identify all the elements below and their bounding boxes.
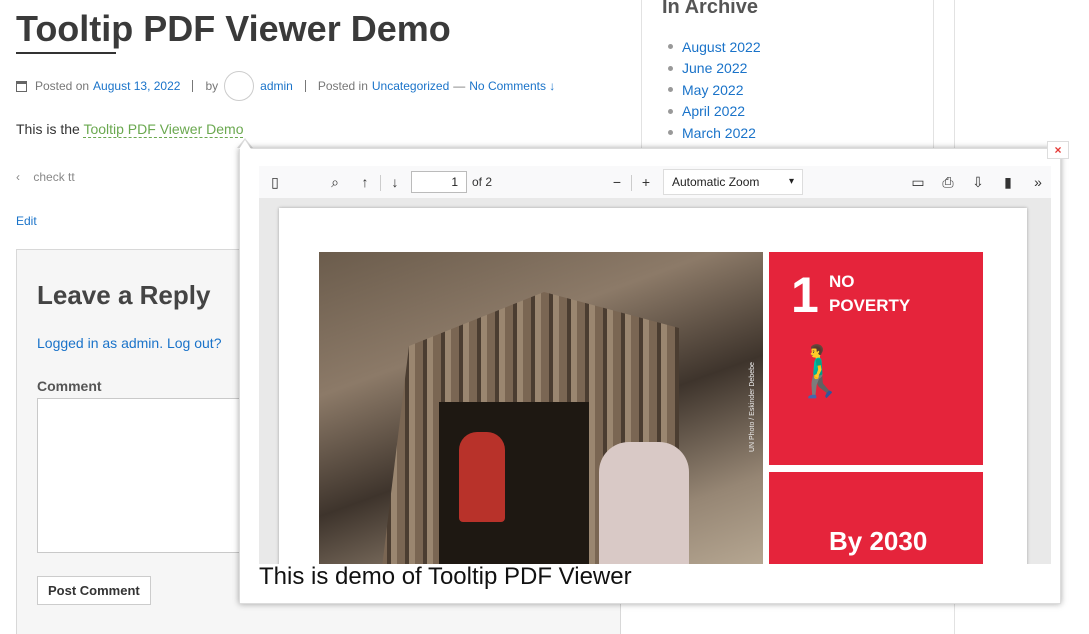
bookmark-icon[interactable]: ▮ (998, 172, 1018, 192)
tooltip-caption: This is demo of Tooltip PDF Viewer (259, 563, 632, 590)
archive-title: In Archive (662, 0, 758, 18)
pdf-photo: UN Photo / Eskinder Debebe (319, 252, 763, 564)
tooltip-arrow-fill (239, 140, 251, 149)
arrow-up-icon[interactable]: ↑ (355, 172, 375, 192)
comments-link[interactable]: No Comments ↓ (469, 79, 555, 93)
archive-item[interactable]: May 2022 (668, 79, 761, 101)
page-number-input[interactable]: 1 (411, 171, 467, 193)
zoom-select[interactable]: Automatic Zoom ▾ (663, 169, 803, 195)
chevron-left-icon: ‹ (16, 170, 20, 184)
comment-label: Comment (37, 378, 102, 394)
sdg-goal-tile: 1 NO POVERTY 🚶‍♂️ (769, 252, 983, 465)
post-body-text: This is the (16, 121, 80, 137)
sdg-goal-title: NO POVERTY (829, 270, 910, 318)
previous-post-link[interactable]: check tt (33, 170, 74, 184)
pdf-page: UN Photo / Eskinder Debebe 1 NO POVERTY … (279, 208, 1027, 564)
sdg-goal-title-line: POVERTY (829, 296, 911, 315)
posted-in-label: Posted in (317, 79, 368, 93)
zoom-out-icon[interactable]: − (607, 172, 627, 192)
archive-item[interactable]: August 2022 (668, 36, 761, 58)
author-link[interactable]: admin (260, 79, 293, 93)
logged-in-note: Logged in as admin. Log out? (37, 335, 221, 351)
archive-widget: In Archive August 2022 June 2022 May 202… (641, 0, 934, 150)
close-icon[interactable]: × (1047, 141, 1069, 159)
category-link[interactable]: Uncategorized (372, 79, 449, 93)
tooltip-trigger-link[interactable]: Tooltip PDF Viewer Demo (83, 121, 244, 138)
title-underline (16, 52, 116, 54)
arrow-down-icon[interactable]: ↓ (385, 172, 405, 192)
zoom-in-icon[interactable]: + (636, 172, 656, 192)
sdg-target-text: By 2030 (829, 526, 928, 556)
sdg-goal-title-line: NO (829, 272, 855, 291)
sdg-target-tile: By 2030 (769, 472, 983, 564)
post-title: Tooltip PDF Viewer Demo (16, 8, 451, 49)
author-avatar[interactable] (224, 71, 255, 101)
chevron-down-icon: ▾ (788, 176, 794, 187)
post-date-link[interactable]: August 13, 2022 (93, 79, 180, 93)
archive-item[interactable]: June 2022 (668, 58, 761, 80)
meta-separator (304, 80, 306, 92)
archive-item[interactable]: March 2022 (668, 122, 761, 144)
presentation-icon[interactable]: ▭ (908, 172, 928, 192)
post-comment-button[interactable]: Post Comment (37, 576, 151, 605)
post-body: This is the Tooltip PDF Viewer Demo (16, 121, 244, 138)
meta-separator (192, 80, 194, 92)
meta-dash: — (453, 79, 466, 93)
pdf-tooltip: ▯ ⌕ ↑ ↓ 1 of 2 − + Automatic Zoom ▾ ▭ ⎙ … (239, 148, 1061, 604)
print-icon[interactable]: ⎙ (938, 172, 958, 192)
calendar-icon (16, 80, 27, 92)
by-label: by (205, 79, 219, 93)
more-tools-icon[interactable]: » (1028, 172, 1048, 192)
pdf-viewer: ▯ ⌕ ↑ ↓ 1 of 2 − + Automatic Zoom ▾ ▭ ⎙ … (259, 166, 1051, 564)
sidebar-toggle-icon[interactable]: ▯ (265, 172, 285, 192)
logout-link[interactable]: Log out? (167, 335, 222, 351)
post-meta: Posted on August 13, 2022 by admin Poste… (16, 71, 555, 101)
photo-credit: UN Photo / Eskinder Debebe (749, 362, 756, 452)
previous-post-nav[interactable]: ‹ check tt (16, 170, 75, 184)
download-icon[interactable]: ⇩ (968, 172, 988, 192)
zoom-value: Automatic Zoom (672, 175, 760, 189)
toolbar-divider (380, 175, 381, 191)
page-total: of 2 (472, 175, 493, 189)
edit-link[interactable]: Edit (16, 214, 37, 228)
child-figure (599, 442, 689, 564)
archive-list: August 2022 June 2022 May 2022 April 202… (668, 36, 761, 144)
posted-on-label: Posted on (35, 79, 90, 93)
family-icon: 🚶‍♂️ (789, 343, 851, 399)
toolbar-divider (631, 175, 632, 191)
archive-item[interactable]: April 2022 (668, 101, 761, 123)
logged-in-link[interactable]: Logged in as admin. (37, 335, 163, 351)
pdf-toolbar: ▯ ⌕ ↑ ↓ 1 of 2 − + Automatic Zoom ▾ ▭ ⎙ … (259, 166, 1051, 198)
reply-title: Leave a Reply (37, 280, 211, 310)
search-icon[interactable]: ⌕ (325, 172, 345, 192)
child-figure (459, 432, 505, 522)
sdg-goal-number: 1 (791, 267, 819, 323)
